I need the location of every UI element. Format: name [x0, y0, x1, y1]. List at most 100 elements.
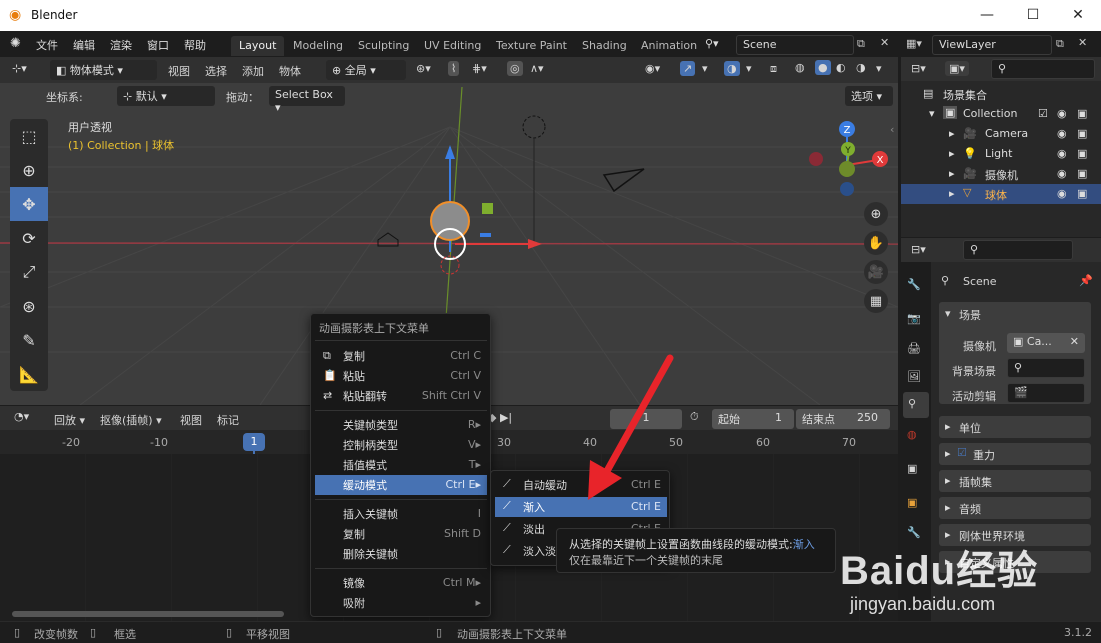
vp-menu-add[interactable]: 添加 — [242, 63, 264, 79]
move-icon[interactable]: ✥ — [10, 187, 48, 221]
scene-tab-icon[interactable]: ⚲ — [903, 392, 929, 418]
menu-item-paste-flipped[interactable]: ⇄ 粘贴翻转 Shift Ctrl V — [315, 386, 487, 406]
properties-search[interactable]: ⚲ — [963, 240, 1073, 260]
measure-icon[interactable]: 📐 — [10, 357, 48, 391]
outliner-filter-icon[interactable]: ▣▾ — [945, 61, 969, 76]
menu-help[interactable]: 帮助 — [184, 37, 206, 53]
delete-scene-icon[interactable]: ✕ — [880, 36, 889, 49]
zoom-icon[interactable]: ⊕ — [864, 202, 888, 226]
panel-audio[interactable]: ▸ 音频 — [939, 497, 1091, 519]
panel-units[interactable]: ▸ 单位 — [939, 416, 1091, 438]
duplicate-view-layer-icon[interactable]: ⧉ — [1056, 37, 1064, 51]
collection-tab-icon[interactable]: ▣ — [907, 462, 917, 475]
menu-item-paste[interactable]: 📋 粘贴 Ctrl V — [315, 366, 487, 386]
transform-orientation-dropdown[interactable]: ⊕ 全局 ▾ — [326, 60, 406, 80]
object-tab-icon[interactable]: ▣ — [907, 496, 917, 509]
outliner-search[interactable]: ⚲ — [991, 59, 1095, 79]
shading-wireframe-icon[interactable]: ◍ — [795, 61, 805, 74]
transform-icon[interactable]: ⊛ — [10, 289, 48, 323]
menu-item-interpolation[interactable]: 插值模式 T▸ — [315, 455, 487, 475]
gizmo-menu-icon[interactable]: ▾ — [702, 62, 708, 75]
duplicate-scene-icon[interactable]: ⧉ — [857, 37, 865, 51]
visibility-icon[interactable]: ◉▾ — [645, 62, 660, 75]
tab-layout[interactable]: Layout — [231, 36, 285, 56]
menu-item-duplicate[interactable]: 复制 Shift D — [315, 524, 487, 544]
outliner-row[interactable]: ▾ ▣ Collection ☑ ◉ ▣ — [901, 104, 1101, 124]
falloff-icon[interactable]: ∧▾ — [530, 62, 544, 75]
menu-item-easing[interactable]: 缓动模式 Ctrl E▸ — [315, 475, 487, 495]
properties-editor-icon[interactable]: ⊟▾ — [911, 243, 926, 256]
shading-menu-icon[interactable]: ▾ — [876, 62, 882, 75]
camera-field[interactable]: ▣ Ca... ✕ — [1007, 333, 1085, 353]
outliner-row[interactable]: ▸ 💡 Light ◉ ▣ — [901, 144, 1101, 164]
tab-uv-editing[interactable]: UV Editing — [416, 36, 489, 56]
scene-icon[interactable]: ⚲▾ — [705, 37, 719, 50]
vp-menu-object[interactable]: 物体 — [279, 63, 301, 79]
playback-menu[interactable]: 回放 ▾ — [54, 412, 85, 428]
coord-dropdown[interactable]: ⊹ 默认 ▾ — [117, 86, 215, 106]
mode-dropdown[interactable]: ◧ 物体模式 ▾ — [50, 60, 157, 80]
menu-edit[interactable]: 编辑 — [73, 37, 95, 53]
keying-menu[interactable]: 抠像(插帧) ▾ — [100, 412, 162, 428]
pivot-point-icon[interactable]: ⊛▾ — [416, 62, 431, 75]
active-clip-field[interactable]: 🎬 — [1007, 383, 1085, 403]
vp-menu-view[interactable]: 视图 — [168, 63, 190, 79]
sidebar-toggle-icon[interactable]: ‹ — [890, 123, 894, 136]
delete-view-layer-icon[interactable]: ✕ — [1078, 36, 1087, 49]
outliner-row[interactable]: ▸ ▽ 球体 ◉ ▣ — [901, 184, 1101, 204]
editor-type-icon[interactable]: ◔▾ — [14, 410, 29, 423]
menu-item-insert-keyframe[interactable]: 插入关键帧 I — [315, 504, 487, 524]
timeline-view-menu[interactable]: 视图 — [180, 412, 202, 428]
tab-modeling[interactable]: Modeling — [285, 36, 351, 56]
transform-pivot-icon[interactable]: ⊹▾ — [12, 62, 27, 75]
snap-target-icon[interactable]: ⋕▾ — [472, 62, 487, 75]
camera-view-icon[interactable]: 🎥 — [864, 260, 888, 284]
panel-gravity[interactable]: ▸ ☑ 重力 — [939, 443, 1091, 465]
view-layer-icon[interactable]: ▦▾ — [906, 37, 922, 50]
overlay-toggle-icon[interactable]: ◑ — [724, 61, 740, 76]
world-tab-icon[interactable]: ◍ — [907, 428, 917, 441]
annotate-icon[interactable]: ✎ — [10, 323, 48, 357]
maximize-icon[interactable]: ☐ — [1010, 0, 1056, 31]
jump-end-icon[interactable]: ◆ ▶| — [488, 411, 512, 424]
shading-solid-icon[interactable]: ● — [815, 60, 831, 75]
overlay-menu-icon[interactable]: ▾ — [746, 62, 752, 75]
perspective-grid-icon[interactable]: ▦ — [864, 289, 888, 313]
menu-item-snap[interactable]: 吸附 ▸ — [315, 593, 487, 613]
view-layer-tab-icon[interactable]: 🖼 — [907, 370, 921, 383]
minimize-icon[interactable]: — — [964, 0, 1010, 31]
options-dropdown[interactable]: 选项 ▾ — [845, 86, 893, 106]
close-icon[interactable]: ✕ — [1055, 0, 1101, 31]
pan-hand-icon[interactable]: ✋ — [864, 231, 888, 255]
scale-icon[interactable]: ⤢ — [10, 255, 48, 289]
snap-icon[interactable]: ⌇ — [448, 61, 460, 76]
shading-rendered-icon[interactable]: ◑ — [856, 61, 866, 74]
select-box-icon[interactable]: ⬚ — [10, 119, 48, 153]
outliner[interactable]: ⊟▾ ▣▾ ⚲ ▤ 场景集合 ▾ ▣ Collection ☑ ◉ ▣ ▸ 🎥 Camera ◉ ▣… — [901, 57, 1101, 237]
xray-icon[interactable]: ⧈ — [770, 62, 777, 76]
drag-dropdown[interactable]: Select Box ▾ — [269, 86, 345, 114]
outliner-display-icon[interactable]: ⊟▾ — [911, 62, 926, 75]
menu-item-copy[interactable]: ⧉ 复制 Ctrl C — [315, 346, 487, 366]
outliner-row[interactable]: ▤ 场景集合 — [901, 84, 1101, 104]
outliner-row[interactable]: ▸ 🎥 Camera ◉ ▣ — [901, 124, 1101, 144]
proportional-edit-icon[interactable]: ◎ — [507, 61, 523, 76]
cursor-icon[interactable]: ⊕ — [10, 153, 48, 187]
tool-tab-icon[interactable]: 🔧 — [907, 278, 921, 291]
start-frame-field[interactable]: 起始 1 — [712, 409, 794, 429]
marker-menu[interactable]: 标记 — [217, 412, 239, 428]
tab-animation[interactable]: Animation — [633, 36, 705, 56]
menu-item-handle-type[interactable]: 控制柄类型 V▸ — [315, 435, 487, 455]
menu-item-mirror[interactable]: 镜像 Ctrl M▸ — [315, 573, 487, 593]
output-tab-icon[interactable]: 🖨 — [907, 342, 921, 355]
playhead-frame-badge[interactable]: 1 — [243, 433, 265, 451]
vp-menu-select[interactable]: 选择 — [205, 63, 227, 79]
menu-item-keyframe-type[interactable]: 关键帧类型 R▸ — [315, 415, 487, 435]
render-tab-icon[interactable]: 📷 — [907, 312, 921, 325]
blender-menu-icon[interactable]: ✺ — [10, 36, 21, 51]
tab-texture-paint[interactable]: Texture Paint — [488, 36, 575, 56]
menu-render[interactable]: 渲染 — [110, 37, 132, 53]
panel-keying-sets[interactable]: ▸ 插帧集 — [939, 470, 1091, 492]
end-frame-field[interactable]: 结束点 250 — [796, 409, 890, 429]
tab-sculpting[interactable]: Sculpting — [350, 36, 417, 56]
